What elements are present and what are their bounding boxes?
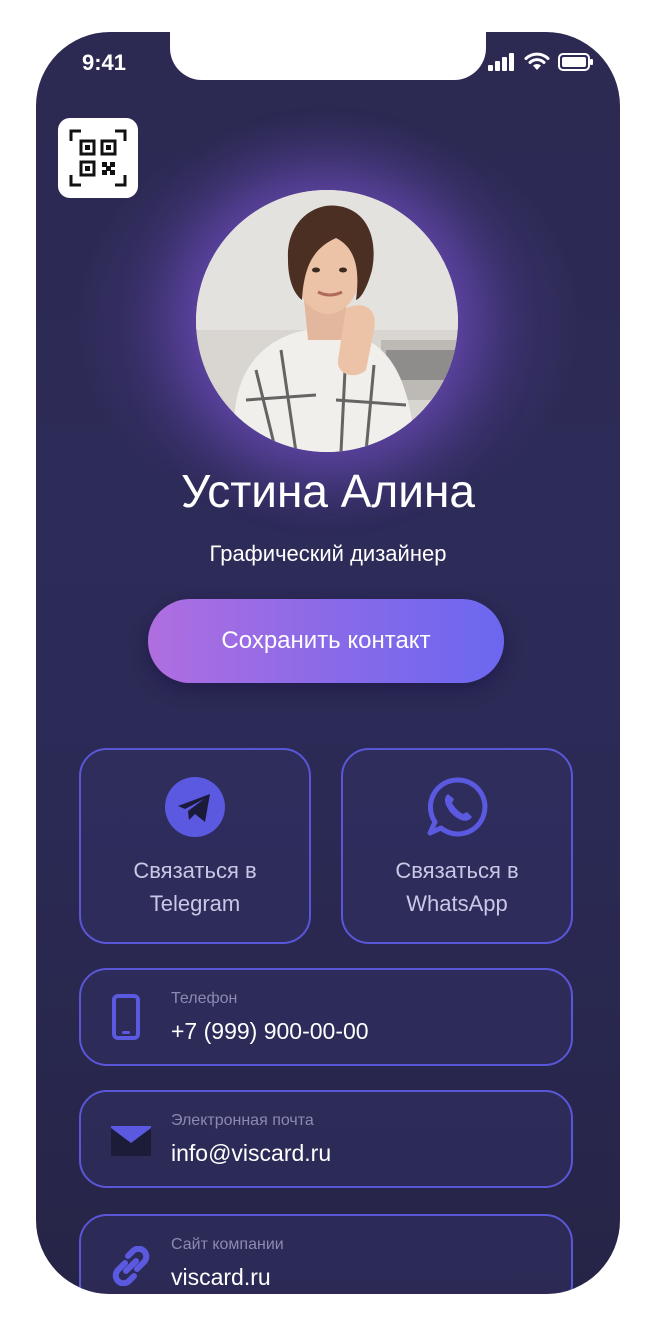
- battery-icon: [558, 53, 593, 71]
- phone-value: +7 (999) 900-00-00: [171, 1018, 369, 1044]
- phone-notch: [170, 32, 486, 80]
- whatsapp-label: Связаться в WhatsApp: [343, 854, 571, 920]
- wifi-icon: [524, 52, 550, 70]
- whatsapp-button[interactable]: Связаться в WhatsApp: [341, 748, 573, 944]
- avatar: [196, 190, 458, 452]
- profile-name: Устина Алина: [181, 465, 475, 517]
- link-icon: [111, 1245, 151, 1291]
- profile-photo: [196, 190, 458, 452]
- whatsapp-label-line2: WhatsApp: [406, 891, 508, 916]
- status-icons: [488, 52, 594, 72]
- website-label: Сайт компании: [171, 1236, 284, 1253]
- qr-code-button[interactable]: [58, 118, 138, 198]
- phone-label: Телефон: [171, 990, 238, 1007]
- email-label: Электронная почта: [171, 1112, 314, 1129]
- telegram-label-line2: Telegram: [149, 891, 241, 916]
- save-contact-button[interactable]: Сохранить контакт: [148, 599, 504, 683]
- email-contact-card[interactable]: Электронная почта info@viscard.ru: [79, 1090, 573, 1188]
- website-value: viscard.ru: [171, 1264, 271, 1290]
- phone-icon: [111, 994, 141, 1045]
- email-icon: [111, 1126, 151, 1161]
- whatsapp-icon: [426, 776, 488, 843]
- telegram-label-line1: Связаться в: [133, 858, 257, 883]
- telegram-label: Связаться в Telegram: [81, 854, 309, 920]
- qr-code-icon: [69, 129, 127, 187]
- telegram-icon: [164, 776, 226, 843]
- phone-contact-card[interactable]: Телефон +7 (999) 900-00-00: [79, 968, 573, 1066]
- profile-role: Графический дизайнер: [209, 541, 447, 566]
- email-value: info@viscard.ru: [171, 1140, 332, 1166]
- whatsapp-label-line1: Связаться в: [395, 858, 519, 883]
- status-time: 9:41: [82, 50, 127, 75]
- signal-icon: [488, 53, 514, 71]
- phone-screen: 9:41 Устина Алина Графический дизайнер С…: [36, 32, 620, 1294]
- telegram-button[interactable]: Связаться в Telegram: [79, 748, 311, 944]
- website-contact-card[interactable]: Сайт компании viscard.ru: [79, 1214, 573, 1294]
